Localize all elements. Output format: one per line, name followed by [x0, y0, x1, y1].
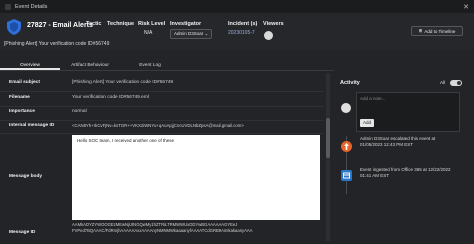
note-placeholder: Add a note... — [360, 96, 386, 101]
scrollbar-thumb[interactable] — [326, 118, 330, 158]
technique-column: Technique — [107, 21, 134, 27]
window-title: Event Details — [15, 3, 48, 10]
escalate-icon — [341, 141, 352, 152]
tab-overview[interactable]: Overview — [0, 62, 60, 70]
investigator-column: Investigator Admin D3Soar ⌄ — [170, 21, 213, 39]
activity-event-escalated: Admin D3Soar escalated this event at 01/… — [360, 136, 470, 148]
viewer-avatar[interactable] — [264, 31, 273, 40]
add-to-timeline-button[interactable]: ⊞ Add to Timeline — [411, 26, 463, 36]
investigator-select[interactable]: Admin D3Soar ⌄ — [170, 29, 213, 39]
activity-title: Activity — [340, 80, 360, 86]
header-subject: [Phishing Alert] Your verification code … — [4, 41, 110, 47]
field-row-filename: Filename Your verification code ID#56749… — [0, 95, 324, 107]
viewers-label: Viewers — [263, 21, 284, 27]
incident-label: Incident (s) — [228, 21, 258, 27]
title-bar: Event Details ✕ — [0, 0, 474, 13]
technique-label: Technique — [107, 21, 135, 27]
field-row-email-subject: Email subject [Phishing Alert] Your veri… — [0, 80, 324, 92]
note-editor[interactable]: Add a note... Add — [356, 92, 460, 132]
message-id-line-2: FVPed7BQAAAC/FdRmjhAAAAAAxxAAAAnyNMNMWka… — [72, 228, 253, 233]
field-value: [Phishing Alert] Your verification code … — [72, 80, 174, 85]
field-key: Message body — [9, 174, 43, 179]
investigator-label: Investigator — [170, 21, 202, 27]
event-time: 01:41 AM EST — [360, 173, 390, 178]
field-value: normal — [72, 109, 87, 114]
detail-tabs: Overview Artifact Behaviour Event Log — [0, 62, 334, 71]
tactic-label: Tactic — [86, 21, 102, 27]
incident-column: Incident (s) 20230105-7 — [228, 21, 257, 36]
event-time: 01/05/2023 12:43 PM EST — [360, 142, 414, 147]
add-to-timeline-label: Add to Timeline — [424, 28, 456, 34]
incident-shield-icon — [7, 19, 21, 35]
risk-column: Risk Level N/A — [138, 21, 165, 36]
field-value-group: AAMkADYZYWOOGEzMEwNjUtNGQwMy1hZTRiLTRMWW… — [68, 222, 253, 244]
activity-toggle-label: All — [440, 80, 446, 85]
toggle-knob — [457, 81, 461, 85]
chevron-down-icon: ⌄ — [204, 31, 209, 36]
incident-link[interactable]: 20230105-7 — [228, 30, 257, 36]
message-body-text: Hello SOC team, I received another one o… — [77, 138, 175, 143]
field-key: Filename — [9, 95, 30, 100]
field-key: Message ID — [9, 230, 36, 235]
viewers-column: Viewers — [263, 21, 284, 27]
content-scrollbar[interactable] — [326, 73, 330, 241]
field-value: Your verification code ID#56749.eml — [72, 95, 149, 100]
tactic-column: Tactic — [86, 21, 102, 27]
field-key: Internal message ID — [9, 123, 55, 128]
field-key: Email subject — [9, 80, 40, 85]
field-row-message-id: Message ID AAMkADYZYWOOGEzMEwNjUtNGQwMy1… — [0, 222, 324, 244]
incident-name: 27827 - Email Alerts — [27, 22, 93, 29]
tab-artifact-behaviour[interactable]: Artifact Behaviour — [60, 62, 120, 70]
risk-value: N/A — [144, 30, 153, 36]
risk-label: Risk Level — [138, 21, 166, 27]
close-icon[interactable]: ✕ — [463, 3, 469, 11]
field-row-importance: Importance normal — [0, 109, 324, 121]
investigator-value: Admin D3Soar — [174, 31, 204, 36]
ingest-icon — [341, 170, 352, 181]
activity-toggle[interactable] — [450, 80, 462, 86]
activity-panel: Activity All Add a note... Add Admin D3S… — [338, 72, 474, 244]
field-row-internal-message-id: Internal message ID <CAN8Yh+rkCvFjNv=ksT… — [0, 123, 324, 134]
field-key: Importance — [9, 109, 35, 114]
add-note-button[interactable]: Add — [360, 119, 374, 127]
message-body-frame[interactable]: Hello SOC team, I received another one o… — [72, 135, 320, 220]
activity-event-ingested: Event ingested from Office 365 at 12/22/… — [360, 167, 470, 179]
timeline-icon: ⊞ — [418, 28, 423, 33]
note-icon — [341, 103, 351, 113]
tab-event-log[interactable]: Event Log — [120, 62, 180, 70]
window-icon — [5, 3, 11, 10]
event-details-window: Event Details ✕ 27827 - Email Alerts Tac… — [0, 0, 474, 244]
field-value: <CAN8Yh+rkCvFjNv=ksTGR++VKX2iWNYu+qAuApj… — [72, 123, 244, 128]
